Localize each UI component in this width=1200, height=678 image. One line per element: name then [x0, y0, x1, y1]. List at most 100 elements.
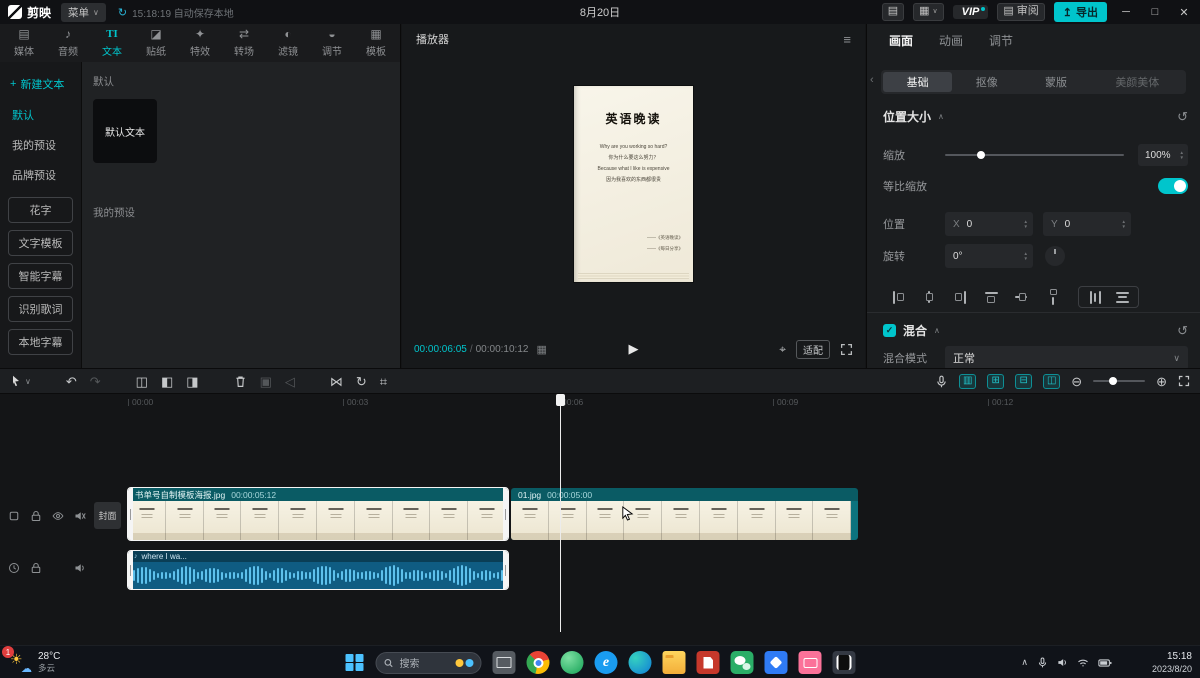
magnetic-snap-toggle[interactable]: ▥	[959, 374, 976, 389]
clip-trim-handle-right[interactable]	[503, 551, 508, 589]
tab-adjustment[interactable]: 调节	[989, 32, 1013, 53]
zoom-out-icon[interactable]: ⊖	[1071, 375, 1082, 388]
subtab-mask[interactable]: 蒙版	[1021, 72, 1090, 92]
taskbar-app-media[interactable]	[799, 651, 822, 674]
align-center-vertical-icon[interactable]	[1013, 289, 1031, 305]
scale-slider[interactable]	[945, 154, 1124, 156]
align-right-icon[interactable]	[951, 289, 969, 305]
crop-button[interactable]: ⌗	[380, 375, 387, 388]
taskbar-weather-widget[interactable]: 1 ☀ ☁ 28°C 多云	[7, 650, 60, 674]
mute-track-icon[interactable]	[74, 510, 86, 522]
nav-item-lyrics-recognition[interactable]: 识别歌词	[8, 296, 73, 322]
rotate-value-field[interactable]: 0° ▲▼	[945, 244, 1033, 268]
video-preview[interactable]: 英语晚读 Why are you working so hard? 你为什么要这…	[574, 86, 693, 282]
cover-button[interactable]: 封面	[94, 502, 121, 529]
vip-badge[interactable]: VIP	[953, 5, 989, 19]
collapse-caret-icon[interactable]: ∧	[934, 326, 940, 335]
tab-text[interactable]: TI文本	[90, 28, 134, 58]
tab-video[interactable]: 画面	[889, 32, 913, 53]
taskbar-app-capcut-active[interactable]	[833, 651, 856, 674]
scale-value-box[interactable]: 100% ▲▼	[1138, 144, 1188, 166]
stepper[interactable]: ▲▼	[1180, 150, 1184, 160]
align-bottom-icon[interactable]	[1044, 289, 1062, 305]
stepper[interactable]: ▲▼	[1122, 219, 1126, 229]
step-down-icon[interactable]: ▼	[1024, 256, 1028, 261]
close-button[interactable]: ✕	[1174, 6, 1194, 19]
record-voiceover-icon[interactable]	[935, 375, 948, 388]
taskbar-app-edge[interactable]	[629, 651, 652, 674]
taskbar-app-ie[interactable]: e	[595, 651, 618, 674]
zoom-slider-knob[interactable]	[1109, 377, 1117, 385]
menu-button[interactable]: 菜单 ∨	[61, 3, 106, 22]
taskbar-app-system[interactable]	[493, 651, 516, 674]
minimize-button[interactable]: ─	[1116, 6, 1136, 18]
audio-track-clock-icon[interactable]	[8, 562, 20, 574]
export-button[interactable]: ↥导出	[1054, 2, 1107, 22]
position-y-field[interactable]: Y 0 ▲▼	[1043, 212, 1131, 236]
tray-expand-icon[interactable]: ∧	[1021, 657, 1028, 668]
preview-axis-toggle[interactable]: ◫	[1043, 374, 1060, 389]
tab-effects[interactable]: ✦特效	[178, 28, 222, 58]
video-clip-1[interactable]: 书单号自制模板海报.jpg 00:00:05:12	[128, 488, 508, 540]
tray-battery-icon[interactable]	[1098, 657, 1112, 669]
lock-track-icon[interactable]	[30, 510, 42, 522]
tab-transition[interactable]: ⇄转场	[222, 28, 266, 58]
align-top-icon[interactable]	[982, 289, 1000, 305]
taskbar-app-pdf[interactable]	[697, 651, 720, 674]
step-down-icon[interactable]: ▼	[1024, 224, 1028, 229]
audio-clip[interactable]: ♪ where I wa...	[128, 551, 508, 589]
nav-item-fancy-text[interactable]: 花字	[8, 197, 73, 223]
clip-trim-handle-left[interactable]	[128, 551, 133, 589]
rotate-button[interactable]: ↻	[356, 375, 367, 388]
tab-audio[interactable]: ♪音频	[46, 28, 90, 58]
nav-item-auto-captions[interactable]: 智能字幕	[8, 263, 73, 289]
playhead-handle[interactable]	[556, 394, 565, 406]
taskbar-app-green-browser[interactable]	[561, 651, 584, 674]
tray-wifi-icon[interactable]	[1077, 657, 1089, 669]
playhead[interactable]	[556, 394, 565, 632]
fullscreen-icon[interactable]	[840, 343, 853, 356]
trim-left-button[interactable]: ◧	[161, 375, 173, 388]
taskbar-search[interactable]: 搜索	[376, 652, 482, 674]
subtab-beauty[interactable]: 美颜美体	[1091, 72, 1184, 92]
nav-item-local-subtitles[interactable]: 本地字幕	[8, 329, 73, 355]
timeline[interactable]: 00:00 00:03 00:06 00:09 00:12 封面 书单号自制模板…	[0, 394, 1200, 645]
tab-filter[interactable]: ◐滤镜	[266, 28, 310, 58]
nav-item-my-presets[interactable]: 我的预设	[0, 130, 81, 160]
step-down-icon[interactable]: ▼	[1180, 155, 1184, 160]
stepper[interactable]: ▲▼	[1024, 251, 1028, 261]
tab-animation[interactable]: 动画	[939, 32, 963, 53]
blend-mode-dropdown[interactable]: 正常 ∨	[945, 346, 1188, 370]
reverse-button[interactable]: ◁	[285, 375, 295, 388]
nav-item-brand-presets[interactable]: 品牌预设	[0, 160, 81, 190]
redo-button[interactable]: ↷	[90, 375, 101, 388]
subtab-basic[interactable]: 基础	[883, 72, 952, 92]
timeline-ruler[interactable]: 00:00 00:03 00:06 00:09 00:12	[0, 394, 1200, 410]
distribute-vertical-icon[interactable]	[1113, 289, 1131, 305]
taskbar-app-netdisk[interactable]	[765, 651, 788, 674]
fit-timeline-icon[interactable]	[1178, 375, 1190, 387]
freeze-frame-button[interactable]: ▣	[260, 375, 272, 388]
trim-right-button[interactable]: ◨	[186, 375, 198, 388]
taskbar-clock[interactable]: 15:18 2023/8/20	[1152, 651, 1192, 675]
workspace-layout-button[interactable]: ▦∨	[913, 3, 944, 20]
taskbar-app-file-explorer[interactable]	[663, 651, 686, 674]
tray-mic-icon[interactable]	[1037, 657, 1048, 668]
step-down-icon[interactable]: ▼	[1122, 224, 1126, 229]
timeline-zoom-slider[interactable]	[1093, 380, 1145, 382]
position-x-field[interactable]: X 0 ▲▼	[945, 212, 1033, 236]
uniform-scale-toggle[interactable]	[1158, 178, 1188, 194]
scale-slider-knob[interactable]	[977, 151, 985, 159]
frame-grid-icon[interactable]: ▦	[536, 343, 546, 356]
undo-button[interactable]: ↶	[66, 375, 77, 388]
collapse-caret-icon[interactable]: ∧	[938, 112, 944, 121]
distribute-horizontal-icon[interactable]	[1086, 289, 1104, 305]
tab-adjust[interactable]: ◒调节	[310, 28, 354, 58]
lock-track-icon[interactable]	[30, 562, 42, 574]
nav-item-default[interactable]: 默认	[0, 100, 81, 130]
align-center-horizontal-icon[interactable]	[920, 289, 938, 305]
default-text-tile[interactable]: 默认文本	[93, 99, 157, 163]
rotate-dial[interactable]	[1045, 246, 1065, 266]
start-button[interactable]	[345, 653, 365, 673]
hide-track-icon[interactable]	[52, 510, 64, 522]
